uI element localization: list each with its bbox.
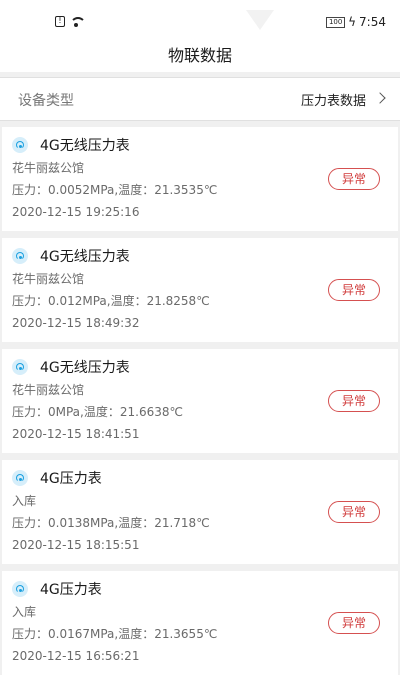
- device-type-selector[interactable]: 设备类型 压力表数据: [0, 77, 400, 121]
- wifi-icon: [69, 15, 86, 27]
- record-time: 2020-12-15 18:15:51: [12, 538, 140, 552]
- status-right: 100 ϟ 7:54: [326, 15, 386, 29]
- sensor-icon: [12, 359, 28, 375]
- device-name: 4G无线压力表: [40, 249, 130, 265]
- device-reading: 压力：0.0052MPa,温度：21.3535℃: [12, 183, 218, 197]
- record-time: 2020-12-15 19:25:16: [12, 205, 140, 219]
- sensor-icon: [12, 470, 28, 486]
- status-badge: 异常: [328, 612, 380, 634]
- sensor-icon: [12, 581, 28, 597]
- card-header: 4G无线压力表: [12, 135, 130, 155]
- device-reading: 压力：0.0138MPa,温度：21.718℃: [12, 516, 210, 530]
- status-badge: 异常: [328, 279, 380, 301]
- signal-icon: [246, 10, 274, 30]
- device-location: 花牛丽兹公馆: [12, 161, 85, 175]
- status-badge: 异常: [328, 501, 380, 523]
- device-reading: 压力：0.0167MPa,温度：21.3655℃: [12, 627, 218, 641]
- status-left: !: [55, 15, 86, 27]
- sim-icon: !: [55, 15, 65, 27]
- status-badge: 异常: [328, 390, 380, 412]
- card-header: 4G压力表: [12, 579, 102, 599]
- device-name: 4G无线压力表: [40, 360, 130, 376]
- record-time: 2020-12-15 18:41:51: [12, 427, 140, 441]
- sensor-icon: [12, 248, 28, 264]
- status-time: 7:54: [359, 15, 386, 29]
- charging-icon: ϟ: [348, 15, 357, 29]
- record-time: 2020-12-15 18:49:32: [12, 316, 140, 330]
- list-item[interactable]: 4G无线压力表 花牛丽兹公馆 压力：0.012MPa,温度：21.8258℃ 2…: [2, 238, 398, 342]
- list-item[interactable]: 4G无线压力表 花牛丽兹公馆 压力：0.0052MPa,温度：21.3535℃ …: [2, 127, 398, 231]
- device-name: 4G压力表: [40, 471, 102, 487]
- device-location: 花牛丽兹公馆: [12, 383, 85, 397]
- device-type-label: 设备类型: [18, 93, 74, 109]
- status-bar: ! 100 ϟ 7:54: [0, 0, 400, 42]
- device-location: 入库: [12, 605, 37, 619]
- device-location: 花牛丽兹公馆: [12, 272, 85, 286]
- device-location: 入库: [12, 494, 37, 508]
- record-time: 2020-12-15 16:56:21: [12, 649, 140, 663]
- chevron-right-icon: [374, 92, 386, 104]
- battery-icon: 100: [326, 16, 346, 28]
- list-item[interactable]: 4G压力表 入库 压力：0.0167MPa,温度：21.3655℃ 2020-1…: [2, 571, 398, 675]
- page-title: 物联数据: [167, 46, 232, 65]
- status-badge: 异常: [328, 168, 380, 190]
- device-type-value: 压力表数据: [300, 94, 366, 109]
- device-reading: 压力：0.012MPa,温度：21.8258℃: [12, 294, 210, 308]
- card-header: 4G无线压力表: [12, 246, 130, 266]
- sensor-icon: [12, 137, 28, 153]
- device-name: 4G压力表: [40, 582, 102, 598]
- list-item[interactable]: 4G压力表 入库 压力：0.0138MPa,温度：21.718℃ 2020-12…: [2, 460, 398, 564]
- card-header: 4G压力表: [12, 468, 102, 488]
- device-name: 4G无线压力表: [40, 138, 130, 154]
- list-item[interactable]: 4G无线压力表 花牛丽兹公馆 压力：0MPa,温度：21.6638℃ 2020-…: [2, 349, 398, 453]
- card-header: 4G无线压力表: [12, 357, 130, 377]
- device-reading: 压力：0MPa,温度：21.6638℃: [12, 405, 183, 419]
- title-bar: 物联数据: [0, 42, 400, 72]
